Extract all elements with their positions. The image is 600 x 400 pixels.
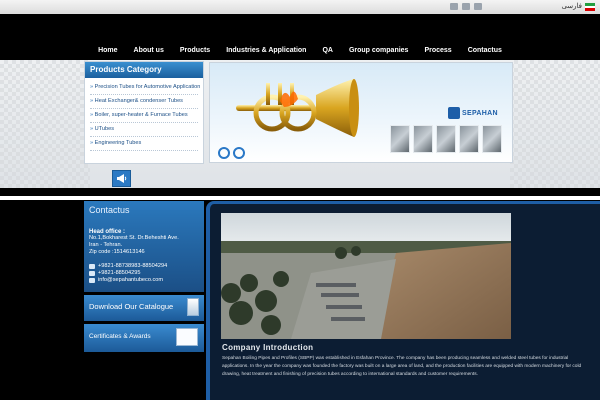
hero-pattern-right xyxy=(510,60,600,188)
nav-home[interactable]: Home xyxy=(90,44,125,60)
main-content: Company Introduction Sepahan Boiling Pip… xyxy=(206,201,600,400)
product-link-engineering[interactable]: Engineering Tubes xyxy=(90,137,198,151)
product-link-utubes[interactable]: UTubes xyxy=(90,123,198,137)
email-link[interactable]: info@sepahantubeco.com xyxy=(98,277,163,284)
nav-qa[interactable]: QA xyxy=(314,44,341,60)
language-link-farsi[interactable]: فارسی xyxy=(561,2,582,10)
announcement-button[interactable] xyxy=(112,170,131,187)
address-line-2: Iran - Tehran. xyxy=(89,242,123,248)
nav-products[interactable]: Products xyxy=(172,44,218,60)
product-thumb[interactable] xyxy=(413,125,433,153)
nav-group-companies[interactable]: Group companies xyxy=(341,44,417,60)
contact-box: Contactus Head office : No.1,Bokharest S… xyxy=(84,201,204,292)
product-link-precision[interactable]: Precision Tubes for Automotive Applicati… xyxy=(90,81,200,95)
phone-row: +9821-88738983-88504294 xyxy=(89,263,199,270)
product-thumb[interactable] xyxy=(436,125,456,153)
nav-industries[interactable]: Industries & Application xyxy=(218,44,314,60)
gg-logo xyxy=(218,147,245,159)
product-thumbnails xyxy=(390,125,502,153)
email-row: info@sepahantubeco.com xyxy=(89,277,199,284)
left-sidebar: Contactus Head office : No.1,Bokharest S… xyxy=(84,201,204,352)
contact-title: Contactus xyxy=(89,205,130,215)
certificate-icon xyxy=(176,328,198,346)
fax-icon xyxy=(89,271,95,276)
product-thumb[interactable] xyxy=(482,125,502,153)
section-divider xyxy=(0,196,600,200)
certificates-awards-button[interactable]: Certificates & Awards xyxy=(84,324,204,352)
nav-contactus[interactable]: Contactus xyxy=(460,44,510,60)
product-link-heat-exchanger[interactable]: Heat Exchanger& condenser Tubes xyxy=(90,95,198,109)
download-catalogue-button[interactable]: Download Our Catalogue xyxy=(84,295,204,321)
sepahan-logo: SEPAHAN xyxy=(448,107,498,119)
product-link-boiler[interactable]: Boiler, super-heater & Furnace Tubes xyxy=(90,109,198,123)
home-icon[interactable] xyxy=(450,3,458,10)
page: فارسی Home About us Products Industries … xyxy=(0,0,600,400)
hero-pattern-left xyxy=(0,60,90,188)
product-thumb[interactable] xyxy=(459,125,479,153)
address-line-1: No.1,Bokharest St. Dr.Beheshti Ave. xyxy=(89,235,179,241)
catalogue-book-icon xyxy=(187,298,199,316)
main-nav: Home About us Products Industries & Appl… xyxy=(0,44,600,60)
nav-process[interactable]: Process xyxy=(416,44,459,60)
mail-icon[interactable] xyxy=(474,3,482,10)
sepahan-mark-icon xyxy=(448,107,460,119)
factory-image xyxy=(221,213,511,339)
hero-banner: SEPAHAN xyxy=(209,62,513,163)
products-category-title: Products Category xyxy=(85,62,203,78)
top-utility-bar: فارسی xyxy=(0,0,600,14)
nav-about-us[interactable]: About us xyxy=(126,44,172,60)
mail-icon xyxy=(89,278,95,283)
factory-photo xyxy=(221,213,511,339)
section-body-text: Sepahan Boiling Pipes and Profiles (SBPP… xyxy=(222,356,582,377)
zip-code: Zip code :1514613146 xyxy=(89,249,145,255)
products-category-panel: Products Category Precision Tubes for Au… xyxy=(84,61,204,164)
megaphone-icon xyxy=(117,174,127,183)
section-title: Company Introduction xyxy=(222,343,314,352)
iran-flag-icon[interactable] xyxy=(585,3,595,11)
fax-row: +9821-88504295 xyxy=(89,270,199,277)
products-category-list: Precision Tubes for Automotive Applicati… xyxy=(85,78,203,154)
product-thumb[interactable] xyxy=(390,125,410,153)
trumpet-logo-image xyxy=(236,79,359,137)
phone-icon xyxy=(89,264,95,269)
sitemap-icon[interactable] xyxy=(462,3,470,10)
